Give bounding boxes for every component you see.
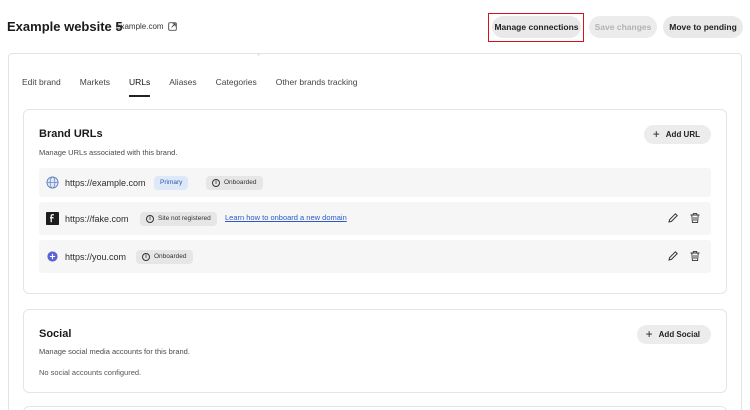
brand-urls-description: Manage URLs associated with this brand. — [39, 148, 178, 157]
info-icon: i — [142, 252, 150, 261]
favicon-f-icon — [46, 212, 59, 225]
plus-icon: + — [652, 127, 660, 141]
brand-urls-title: Brand URLs — [39, 128, 103, 140]
social-card: Social Manage social media accounts for … — [23, 309, 727, 393]
url-text: https://you.com — [65, 251, 127, 262]
page-header: Example website 5 example.com Manage con… — [0, 0, 750, 54]
plus-icon: + — [645, 327, 653, 341]
site-domain[interactable]: example.com — [116, 22, 177, 31]
url-text: https://example.com — [65, 177, 146, 188]
tab-aliases[interactable]: Aliases — [169, 77, 196, 97]
status-badge: i Onboarded — [136, 249, 193, 264]
page-title: Example website 5 — [7, 19, 123, 34]
tab-edit-brand[interactable]: Edit brand — [22, 77, 61, 97]
stray-mark: ˙ — [258, 55, 261, 62]
add-url-button[interactable]: + Add URL — [643, 125, 711, 144]
onboard-domain-link[interactable]: Learn how to onboard a new domain — [225, 213, 347, 222]
primary-badge: Primary — [154, 175, 189, 190]
save-changes-button[interactable]: Save changes — [589, 16, 657, 38]
empty-social-note: No social accounts configured. — [39, 368, 142, 377]
tab-categories[interactable]: Categories — [216, 77, 257, 97]
brand-urls-card: Brand URLs Manage URLs associated with t… — [23, 109, 727, 294]
url-row: https://you.com i Onboarded — [39, 240, 711, 273]
status-badge: i Onboarded — [206, 175, 263, 190]
status-badge-label: Onboarded — [154, 253, 187, 260]
globe-icon — [46, 176, 59, 189]
status-badge-label: Onboarded — [224, 179, 257, 186]
add-social-button[interactable]: + Add Social — [636, 325, 711, 344]
add-url-label: Add URL — [665, 130, 700, 139]
trash-icon[interactable] — [689, 250, 701, 262]
edit-icon[interactable] — [667, 250, 679, 262]
move-to-pending-button[interactable]: Move to pending — [663, 16, 743, 38]
tab-urls[interactable]: URLs — [128, 77, 151, 97]
status-badge-label: Site not registered — [158, 215, 211, 222]
external-link-icon[interactable] — [167, 22, 177, 31]
edit-icon[interactable] — [667, 212, 679, 224]
site-domain-label: example.com — [116, 22, 164, 31]
url-row: https://fake.com i Site not registered L… — [39, 202, 711, 235]
highlight-box — [488, 13, 584, 42]
status-badge: i Site not registered — [140, 211, 217, 226]
info-icon: i — [146, 214, 154, 223]
tab-markets[interactable]: Markets — [80, 77, 110, 97]
info-icon: i — [212, 178, 220, 187]
tab-other-brands-tracking[interactable]: Other brands tracking — [276, 77, 358, 97]
url-row: https://example.com Primary i Onboarded — [39, 168, 711, 197]
add-social-label: Add Social — [658, 330, 700, 339]
trash-icon[interactable] — [689, 212, 701, 224]
favicon-circle-icon — [47, 251, 58, 262]
social-title: Social — [39, 328, 72, 340]
url-text: https://fake.com — [65, 213, 129, 224]
next-card — [23, 406, 727, 410]
social-description: Manage social media accounts for this br… — [39, 347, 190, 356]
tab-bar: Edit brand Markets URLs Aliases Categori… — [22, 77, 377, 97]
